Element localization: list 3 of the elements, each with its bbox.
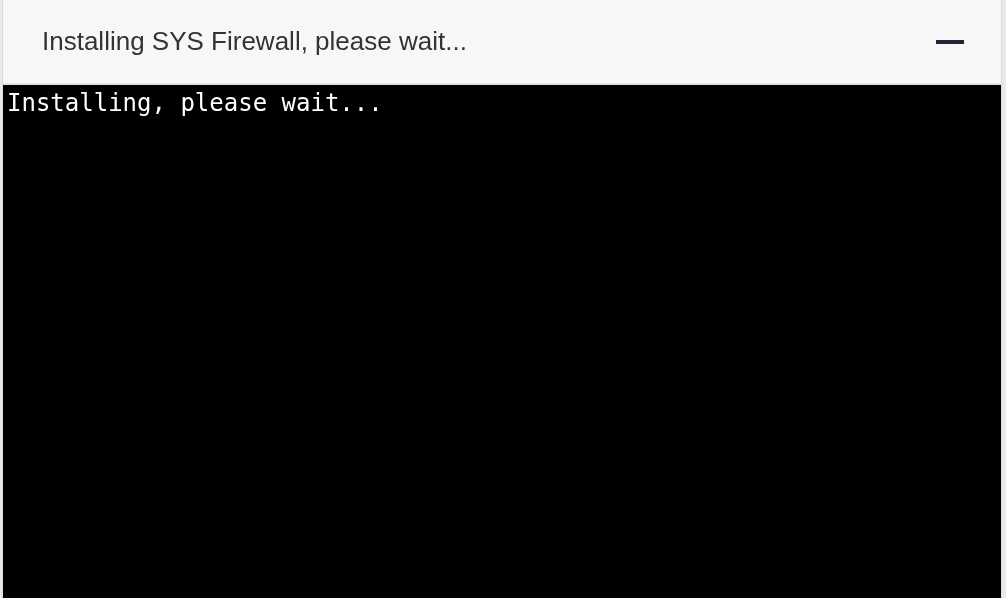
window-title: Installing SYS Firewall, please wait... bbox=[42, 25, 467, 58]
minimize-icon bbox=[936, 39, 964, 44]
terminal-line: Installing, please wait... bbox=[7, 88, 384, 118]
